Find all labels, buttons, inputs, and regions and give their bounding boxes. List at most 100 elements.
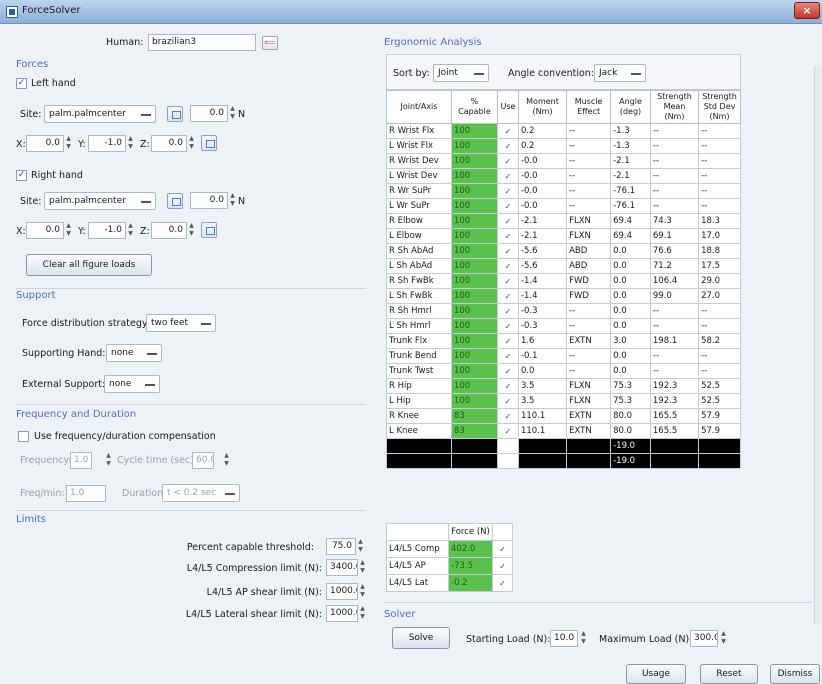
table-row[interactable]: R Wrist Flx 100 ✓ 0.2 -- -1.3 -- --	[386, 123, 741, 139]
use-checkbox[interactable]: ✓	[497, 198, 519, 214]
sort-dropdown[interactable]: Joint	[433, 64, 489, 82]
table-row[interactable]: L Wrist Dev 100 ✓ -0.0 -- -2.1 -- --	[386, 168, 741, 184]
angle-convention-dropdown[interactable]: Jack	[594, 64, 646, 82]
table-row[interactable]: L4/L5 AP -73.5 ✓	[386, 557, 513, 575]
use-checkbox[interactable]: ✓	[497, 288, 519, 304]
threshold-spinner[interactable]: ▲ ▼	[356, 538, 365, 555]
ap-limit-spinner[interactable]: ▲ ▼	[358, 583, 367, 600]
left-z-field[interactable]: 0.0	[151, 135, 187, 152]
use-checkbox[interactable]: ✓	[497, 273, 519, 289]
use-checkbox[interactable]: ✓	[492, 540, 513, 558]
left-x-field[interactable]: 0.0	[26, 135, 64, 152]
table-row[interactable]: R Elbow 100 ✓ -2.1 FLXN 69.4 74.3 18.3	[386, 213, 741, 229]
strategy-dropdown[interactable]: two feet	[146, 314, 216, 332]
column-header[interactable]: Joint/Axis	[386, 90, 452, 124]
lateral-limit-field[interactable]: 1000.0	[326, 605, 358, 622]
right-site-dropdown[interactable]: palm.palmcenter	[44, 192, 156, 210]
table-row[interactable]: R Sh AbAd 100 ✓ -5.6 ABD 0.0 76.6 18.8	[386, 243, 741, 259]
starting-load-spinner[interactable]: ▲ ▼	[579, 630, 588, 647]
external-support-dropdown[interactable]: none	[104, 375, 160, 393]
threshold-field[interactable]: 75.0	[326, 538, 356, 555]
usage-button[interactable]: Usage	[626, 664, 686, 684]
left-y-field[interactable]: -1.0	[88, 135, 126, 152]
use-checkbox[interactable]: ✓	[497, 258, 519, 274]
table-row[interactable]: L Sh AbAd 100 ✓ -5.6 ABD 0.0 71.2 17.5	[386, 258, 741, 274]
table-row[interactable]: R Sh Hmrl 100 ✓ -0.3 -- 0.0 -- --	[386, 303, 741, 319]
right-x-spinner[interactable]: ▲ ▼	[64, 222, 73, 239]
left-x-spinner[interactable]: ▲ ▼	[64, 135, 73, 152]
table-row[interactable]: L4/L5 Comp 402.0 ✓	[386, 540, 513, 558]
left-force-field[interactable]: 0.0	[190, 105, 228, 122]
table-row[interactable]: L Knee 83 ✓ 110.1 EXTN 80.0 165.5 57.9	[386, 423, 741, 439]
dismiss-button[interactable]: Dismiss	[770, 664, 820, 684]
use-checkbox[interactable]: ✓	[492, 574, 513, 592]
use-checkbox[interactable]: ✓	[497, 123, 519, 139]
human-picker-icon[interactable]: ⟸	[262, 36, 278, 50]
use-checkbox[interactable]: ✓	[497, 243, 519, 259]
use-checkbox[interactable]: ✓	[497, 408, 519, 424]
reset-button[interactable]: Reset	[700, 664, 758, 684]
starting-load-field[interactable]: 10.0	[550, 630, 578, 647]
use-checkbox[interactable]: ✓	[497, 183, 519, 199]
right-vector-icon[interactable]	[201, 222, 217, 238]
use-checkbox[interactable]: ✓	[497, 333, 519, 349]
compression-limit-spinner[interactable]: ▲ ▼	[358, 559, 367, 576]
use-checkbox[interactable]: ✓	[497, 213, 519, 229]
left-y-spinner[interactable]: ▲ ▼	[126, 135, 135, 152]
table-row[interactable]: R Wr SuPr 100 ✓ -0.0 -- -76.1 -- --	[386, 183, 741, 199]
close-window-button[interactable]: ×	[794, 2, 820, 19]
use-checkbox[interactable]: ✓	[497, 348, 519, 364]
freq-min-field[interactable]: 1.0	[66, 485, 106, 502]
table-row[interactable]: Trunk Bend 100 ✓ -0.1 -- 0.0 -- --	[386, 348, 741, 364]
right-z-spinner[interactable]: ▲ ▼	[187, 222, 196, 239]
table-row[interactable]: L4/L5 Lat -0.2 ✓	[386, 574, 513, 592]
table-row[interactable]: L Wr SuPr 100 ✓ -0.0 -- -76.1 -- --	[386, 198, 741, 214]
right-site-select-icon[interactable]	[167, 193, 183, 209]
right-force-spinner[interactable]: ▲ ▼	[228, 192, 237, 209]
table-row[interactable]: L Sh Hmrl 100 ✓ -0.3 -- 0.0 -- --	[386, 318, 741, 334]
table-row[interactable]: Trunk Twst 100 ✓ 0.0 -- 0.0 -- --	[386, 363, 741, 379]
table-row[interactable]: Trunk Flx 100 ✓ 1.6 EXTN 3.0 198.1 58.2	[386, 333, 741, 349]
use-checkbox[interactable]: ✓	[492, 557, 513, 575]
use-checkbox[interactable]: ✓	[497, 168, 519, 184]
left-hand-checkbox[interactable]: ✓	[16, 78, 27, 89]
maximum-load-spinner[interactable]: ▲ ▼	[719, 630, 728, 647]
cycle-time-field[interactable]: 60.0	[192, 452, 214, 469]
compression-limit-field[interactable]: 3400.0	[326, 559, 358, 576]
duration-dropdown[interactable]: t < 0.2 sec	[162, 484, 240, 502]
cycle-time-spinner[interactable]: ▲ ▼	[222, 452, 231, 469]
frequency-spinner[interactable]: ▲ ▼	[104, 452, 113, 469]
use-checkbox[interactable]: ✓	[497, 363, 519, 379]
table-row[interactable]: L Sh FwBk 100 ✓ -1.4 FWD 0.0 99.0 27.0	[386, 288, 741, 304]
table-row[interactable]: L Elbow 100 ✓ -2.1 FLXN 69.4 69.1 17.0	[386, 228, 741, 244]
column-header[interactable]: Angle (deg)	[610, 90, 651, 124]
left-site-select-icon[interactable]	[167, 106, 183, 122]
left-vector-icon[interactable]	[201, 135, 217, 151]
supporting-hand-dropdown[interactable]: none	[106, 344, 162, 362]
table-row[interactable]: R Knee 83 ✓ 110.1 EXTN 80.0 165.5 57.9	[386, 408, 741, 424]
left-z-spinner[interactable]: ▲ ▼	[187, 135, 196, 152]
left-force-spinner[interactable]: ▲ ▼	[228, 105, 237, 122]
use-checkbox[interactable]: ✓	[497, 318, 519, 334]
column-header[interactable]: % Capable	[450, 90, 499, 124]
table-row[interactable]: L Wrist Flx 100 ✓ 0.2 -- -1.3 -- --	[386, 138, 741, 154]
column-header[interactable]: Muscle Effect	[566, 90, 612, 124]
frequency-compensation-checkbox[interactable]	[18, 431, 29, 442]
left-site-dropdown[interactable]: palm.palmcenter	[44, 105, 156, 123]
column-header[interactable]: Strength Std Dev (Nm)	[698, 90, 741, 124]
use-checkbox[interactable]: ✓	[497, 138, 519, 154]
vertical-scrollbar[interactable]	[814, 66, 821, 624]
use-checkbox[interactable]: ✓	[497, 228, 519, 244]
column-header[interactable]: Strength Mean (Nm)	[649, 90, 700, 124]
maximum-load-field[interactable]: 300.0	[690, 630, 718, 647]
column-header[interactable]: Use	[497, 90, 519, 124]
use-checkbox[interactable]: ✓	[497, 378, 519, 394]
use-checkbox[interactable]: ✓	[497, 153, 519, 169]
right-y-field[interactable]: -1.0	[88, 222, 126, 239]
human-field[interactable]: brazilian3	[148, 34, 256, 51]
use-checkbox[interactable]: ✓	[497, 303, 519, 319]
right-force-field[interactable]: 0.0	[190, 192, 228, 209]
column-header[interactable]: Moment (Nm)	[517, 90, 568, 124]
right-z-field[interactable]: 0.0	[151, 222, 187, 239]
frequency-field[interactable]: 1.0	[70, 452, 92, 469]
